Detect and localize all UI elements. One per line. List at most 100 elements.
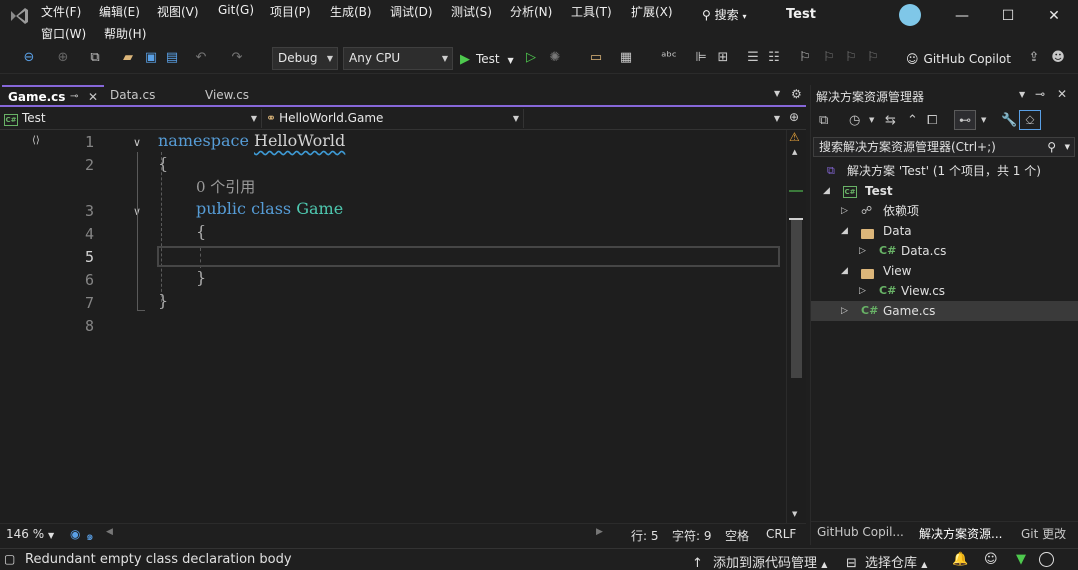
collapsed-arrow-icon[interactable]: ▷	[859, 241, 866, 261]
show-all-files-icon[interactable]: ⧠	[927, 113, 937, 128]
format-icon[interactable]: ⊞	[714, 49, 732, 67]
menu-edit[interactable]: 编辑(E)	[99, 3, 140, 20]
tab-view-cs[interactable]: View.cs	[199, 85, 293, 105]
bookmark-icon[interactable]: ⚐	[796, 49, 814, 67]
pin-icon[interactable]: ⊸	[70, 87, 78, 107]
share-icon[interactable]: ⇪	[1025, 49, 1043, 67]
type-nav-select[interactable]: ⚭ HelloWorld.Game ▼	[266, 109, 524, 128]
split-editor-icon[interactable]: ⊕	[789, 110, 799, 124]
member-nav-select[interactable]: ▼	[528, 109, 784, 128]
save-all-icon[interactable]: ▤	[163, 49, 181, 67]
warning-icon[interactable]: ⚠	[789, 130, 800, 144]
redo-icon[interactable]: ↷	[228, 49, 246, 67]
line-ending-indicator[interactable]: CRLF	[766, 527, 796, 541]
menu-help[interactable]: 帮助(H)	[104, 25, 146, 42]
file-explorer-icon[interactable]: ▭	[587, 49, 605, 67]
layout-icon[interactable]: ▦	[617, 49, 635, 67]
tree-item-folder-data[interactable]: ◢ Data	[811, 221, 1078, 241]
scroll-up-icon[interactable]: ▲	[792, 148, 797, 156]
tree-item-file-game[interactable]: ▷ C# Game.cs	[811, 301, 1078, 321]
add-to-source-control-button[interactable]: ↑ 添加到源代码管理 ▲	[692, 552, 827, 570]
menu-analyze[interactable]: 分析(N)	[510, 3, 552, 20]
check-status-icon[interactable]: ▼	[1016, 552, 1026, 567]
tab-overflow-icon[interactable]: ▼	[774, 89, 780, 98]
maximize-icon[interactable]: ☐	[998, 6, 1018, 26]
menu-extensions[interactable]: 扩展(X)	[631, 3, 673, 20]
start-debug-button[interactable]: ▶ Test ▼	[460, 48, 514, 70]
platform-select[interactable]: Any CPU ▼	[343, 47, 453, 70]
menu-test[interactable]: 测试(S)	[451, 3, 492, 20]
menu-debug[interactable]: 调试(D)	[390, 3, 433, 20]
fold-toggle-icon[interactable]: ∨	[130, 136, 144, 149]
zoom-level[interactable]: 146 % ▼	[6, 527, 54, 541]
editor-vertical-scrollbar[interactable]: ⚠ ▲ ▼	[786, 130, 806, 523]
minimize-icon[interactable]: —	[952, 6, 972, 26]
next-bookmark-icon[interactable]: ⚐	[842, 49, 860, 67]
forward-icon[interactable]: ⊕	[54, 49, 72, 67]
preview-selected-icon[interactable]: ⎐	[1019, 110, 1041, 130]
tab-github-copilot[interactable]: GitHub Copil...	[817, 525, 904, 539]
collapse-all-icon[interactable]: ⌃	[907, 113, 918, 128]
tree-item-dependencies[interactable]: ▷ ☍ 依赖项	[811, 201, 1078, 221]
code-editor[interactable]: ⟨⟩ 1 2 3 4 5 6 7 8 ∨ ∨ namespace HelloWo…	[0, 130, 786, 523]
expanded-arrow-icon[interactable]: ◢	[841, 261, 848, 281]
intellicode-icon[interactable]: ๑	[86, 527, 94, 546]
close-icon[interactable]: ✕	[88, 87, 98, 107]
tab-game-cs[interactable]: Game.cs ⊸ ✕	[2, 85, 104, 105]
history-icon[interactable]: ◷	[849, 113, 860, 128]
github-copilot-button[interactable]: ☺ GitHub Copilot	[906, 48, 1011, 70]
menu-tools[interactable]: 工具(T)	[571, 3, 612, 20]
global-search[interactable]: ⚲ 搜索 ▾	[702, 6, 746, 23]
collapsed-arrow-icon[interactable]: ▷	[841, 201, 848, 221]
switch-views-icon[interactable]: ⧉	[819, 113, 828, 128]
open-folder-icon[interactable]: ▰	[119, 49, 137, 67]
account-status-icon[interactable]	[1039, 552, 1054, 567]
collapsed-arrow-icon[interactable]: ▷	[841, 301, 848, 321]
save-icon[interactable]: ▣	[142, 49, 160, 67]
menu-view[interactable]: 视图(V)	[157, 3, 199, 20]
align-icon[interactable]: ⊫	[692, 49, 710, 67]
notifications-bell-icon[interactable]: 🔔	[952, 552, 968, 567]
health-ok-icon[interactable]: ◉	[70, 527, 80, 541]
copilot-status-icon[interactable]: ☺	[984, 552, 998, 567]
line-indicator[interactable]: 行: 5	[631, 527, 659, 544]
feedback-icon[interactable]: ☻	[1049, 49, 1067, 67]
tree-item-file-view[interactable]: ▷ C# View.cs	[811, 281, 1078, 301]
scrollbar-thumb[interactable]	[791, 218, 802, 378]
expanded-arrow-icon[interactable]: ◢	[841, 221, 848, 241]
tree-item-file-data[interactable]: ▷ C# Data.cs	[811, 241, 1078, 261]
start-without-debug-icon[interactable]: ▷	[522, 49, 540, 67]
close-icon[interactable]: ✕	[1057, 87, 1067, 101]
menu-git[interactable]: Git(G)	[218, 3, 254, 17]
expanded-arrow-icon[interactable]: ◢	[823, 181, 830, 201]
menu-file[interactable]: 文件(F)	[41, 3, 81, 20]
scroll-down-icon[interactable]: ▼	[792, 510, 797, 518]
settings-gear-icon[interactable]: ⚙	[791, 87, 802, 101]
tree-view-icon[interactable]: ⊷	[954, 110, 976, 130]
menu-project[interactable]: 项目(P)	[270, 3, 311, 20]
project-nav-select[interactable]: C# Test ▼	[4, 109, 262, 128]
tab-data-cs[interactable]: Data.cs	[104, 85, 198, 105]
uncomment-icon[interactable]: ☷	[765, 49, 783, 67]
tab-git-changes[interactable]: Git 更改	[1021, 525, 1066, 542]
tree-item-project[interactable]: ◢ C# Test	[811, 181, 1078, 201]
undo-icon[interactable]: ↶	[192, 49, 210, 67]
char-indicator[interactable]: 字符: 9	[672, 527, 712, 544]
chevron-down-icon[interactable]: ▼	[981, 116, 986, 124]
hot-reload-icon[interactable]: ✺	[546, 49, 564, 67]
comment-icon[interactable]: ☰	[744, 49, 762, 67]
prev-bookmark-icon[interactable]: ⚐	[820, 49, 838, 67]
back-icon[interactable]: ⊖	[20, 49, 38, 67]
scroll-left-icon[interactable]: ◀	[106, 527, 113, 537]
config-select[interactable]: Debug ▼	[272, 47, 338, 70]
solution-search-input[interactable]: 搜索解决方案资源管理器(Ctrl+;) ⚲ ▼	[813, 137, 1075, 157]
spellcheck-icon[interactable]: ᵃᵇᶜ	[660, 49, 678, 67]
tab-solution-explorer[interactable]: 解决方案资源...	[919, 525, 1002, 542]
reference-count-codelens[interactable]: 0 个引用	[196, 176, 255, 197]
whitespace-indicator[interactable]: 空格	[725, 527, 749, 544]
clear-bookmarks-icon[interactable]: ⚐	[864, 49, 882, 67]
account-avatar[interactable]	[899, 4, 921, 26]
pin-icon[interactable]: ⊸	[1035, 87, 1045, 101]
tree-item-solution[interactable]: ⧉ 解决方案 'Test' (1 个项目，共 1 个)	[811, 161, 1078, 181]
properties-icon[interactable]: 🔧	[1001, 113, 1017, 128]
